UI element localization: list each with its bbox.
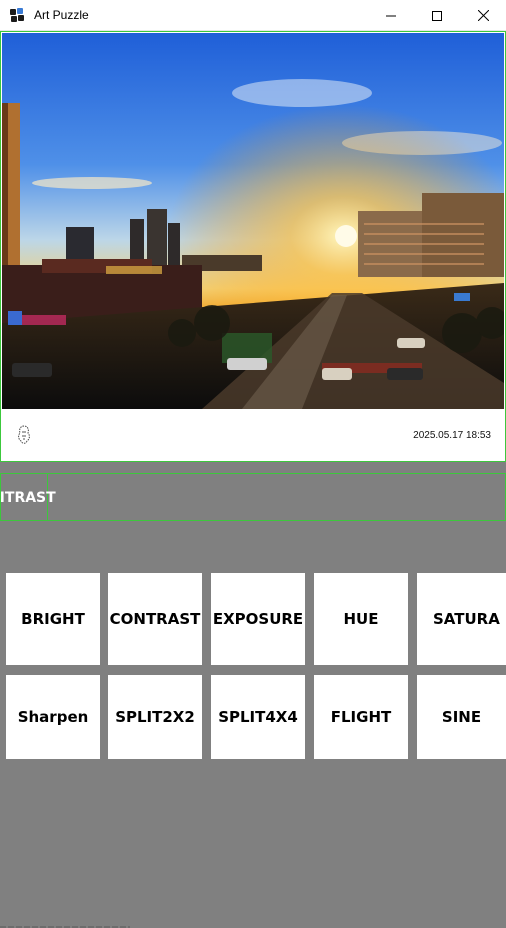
filter-button-split2x2[interactable]: SPLIT2X2 xyxy=(108,675,202,759)
filter-button-flight[interactable]: FLIGHT xyxy=(314,675,408,759)
maximize-icon xyxy=(432,10,442,21)
minimize-icon xyxy=(386,15,396,16)
filter-button-sharpen[interactable]: Sharpen xyxy=(6,675,100,759)
current-filter-label: CONTRAST xyxy=(1,490,56,506)
photo-timestamp: 2025.05.17 18:53 xyxy=(413,430,491,441)
filter-strip[interactable]: CONTRAST xyxy=(0,473,506,521)
maximize-button[interactable] xyxy=(414,0,460,31)
filter-button-sine[interactable]: SINE xyxy=(417,675,506,759)
close-icon xyxy=(477,10,489,21)
filter-button-hue[interactable]: HUE xyxy=(314,573,408,665)
filter-button-split4x4[interactable]: SPLIT4X4 xyxy=(211,675,305,759)
filter-button-contrast[interactable]: CONTRAST xyxy=(108,573,202,665)
photo-stamp-icon xyxy=(18,425,30,444)
filter-button-saturation[interactable]: SATURA xyxy=(417,573,506,665)
filter-button-exposure[interactable]: EXPOSURE xyxy=(211,573,305,665)
puzzle-app-icon xyxy=(10,8,24,22)
close-button[interactable] xyxy=(460,0,506,31)
title-bar: Art Puzzle xyxy=(0,0,506,31)
filter-button-bright[interactable]: BRIGHT xyxy=(6,573,100,665)
window-title: Art Puzzle xyxy=(34,8,89,22)
minimize-button[interactable] xyxy=(368,0,414,31)
city-sunset-photo[interactable] xyxy=(2,33,504,409)
photo-card[interactable]: 2025.05.17 18:53 xyxy=(0,31,506,462)
